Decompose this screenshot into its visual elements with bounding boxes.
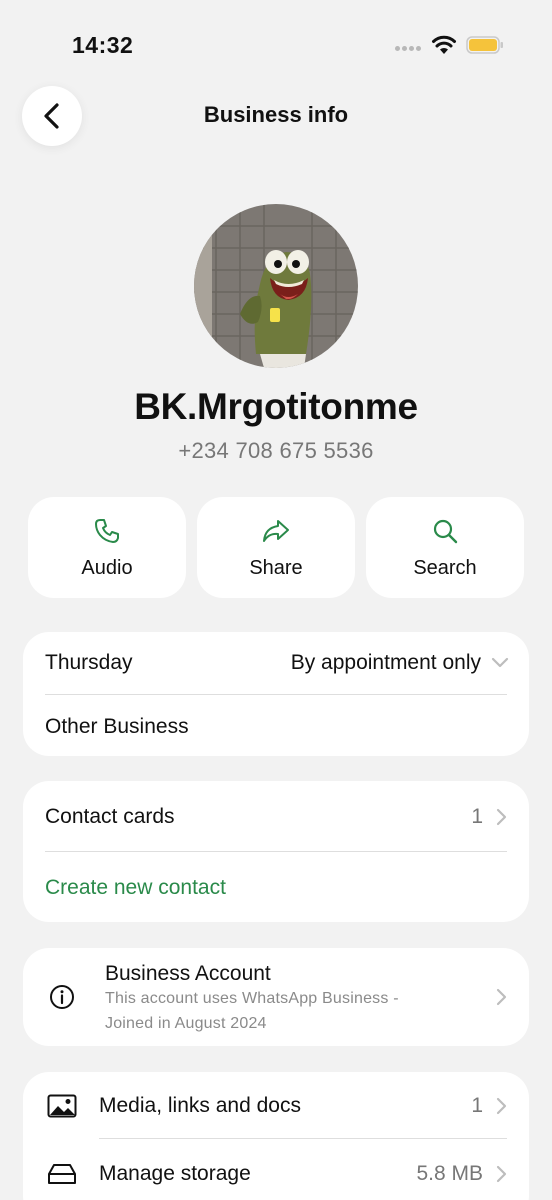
hours-value[interactable]: By appointment only <box>291 651 481 675</box>
business-account-card[interactable]: Business Account This account uses Whats… <box>23 948 529 1046</box>
chevron-right-icon <box>496 808 507 826</box>
search-button[interactable]: Search <box>366 497 524 598</box>
divider <box>45 694 507 695</box>
media-storage-card: Media, links and docs 1 Manage storage 5… <box>23 1072 529 1200</box>
manage-storage-label: Manage storage <box>99 1162 251 1185</box>
contact-cards-count: 1 <box>471 805 483 828</box>
business-account-title: Business Account <box>105 962 271 985</box>
share-arrow-icon <box>263 520 289 542</box>
chevron-right-icon <box>496 1165 507 1183</box>
business-hours-card: Thursday By appointment only Other Busin… <box>23 632 529 756</box>
phone-icon <box>95 519 119 543</box>
chevron-down-icon[interactable] <box>491 656 509 668</box>
wifi-icon <box>432 35 456 54</box>
media-links-docs-label: Media, links and docs <box>99 1094 301 1117</box>
create-new-contact-link[interactable]: Create new contact <box>45 876 226 900</box>
storage-drive-icon <box>48 1164 76 1184</box>
info-icon <box>50 985 74 1009</box>
hours-day: Thursday <box>45 651 133 674</box>
audio-call-button[interactable]: Audio <box>28 497 186 598</box>
storage-size: 5.8 MB <box>416 1162 483 1185</box>
business-account-desc-line2: Joined in August 2024 <box>105 1015 267 1032</box>
image-icon <box>47 1094 77 1118</box>
status-time: 14:32 <box>72 32 134 58</box>
page-title: Business info <box>203 102 349 127</box>
share-label: Share <box>249 557 303 579</box>
cellular-signal-icon <box>395 46 425 52</box>
contact-cards-label: Contact cards <box>45 805 175 828</box>
media-links-docs-row[interactable]: Media, links and docs 1 <box>23 1072 529 1138</box>
business-account-desc-line1: This account uses WhatsApp Business - <box>105 990 399 1007</box>
audio-label: Audio <box>81 557 133 579</box>
contact-cards-row[interactable]: Contact cards 1 <box>23 781 529 851</box>
profile-phone: +234 708 675 5536 <box>178 438 374 463</box>
chevron-right-icon <box>496 1097 507 1115</box>
business-category: Other Business <box>45 715 189 738</box>
search-icon <box>433 519 458 544</box>
contact-cards-card: Contact cards 1 Create new contact <box>23 781 529 922</box>
profile-avatar[interactable] <box>194 204 358 368</box>
battery-icon <box>466 36 503 54</box>
chevron-right-icon <box>496 988 507 1006</box>
divider <box>45 851 507 852</box>
search-label: Search <box>413 557 477 579</box>
status-bar: 14:32 <box>0 0 552 80</box>
profile-name: BK.Mrgotitonme <box>134 386 418 427</box>
manage-storage-row[interactable]: Manage storage 5.8 MB <box>23 1139 529 1200</box>
media-count: 1 <box>471 1094 483 1117</box>
share-button[interactable]: Share <box>197 497 355 598</box>
